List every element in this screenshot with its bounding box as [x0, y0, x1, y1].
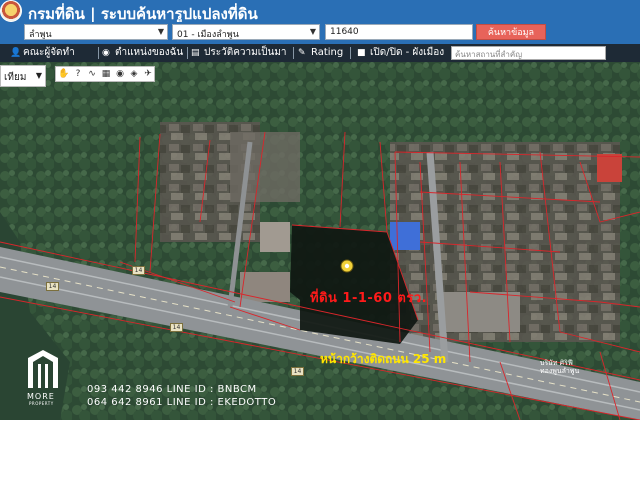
contact-line: 093 442 8946 LINE ID : BNBCM — [87, 384, 257, 395]
person-icon: 👤 — [10, 48, 22, 58]
poi-label-line: บริษัท ศิริฟี — [540, 359, 573, 367]
parcel-number-value: 11640 — [330, 27, 359, 37]
toolbar-label: ประวัติความเป็นมา — [204, 47, 287, 58]
poi-label: บริษัท ศิริฟี ทองพูนลำพูน — [540, 359, 579, 375]
department-seal-icon — [0, 0, 22, 22]
province-value: ลำพูน — [29, 30, 52, 40]
brand-name: MORE — [27, 392, 55, 401]
building — [240, 272, 290, 302]
toolbar-item-rating[interactable]: ✎ Rating — [298, 46, 343, 60]
toolbar: 👤 คณะผู้จัดทำ ◉ ตำแหน่งของฉัน ▤ ประวัติความ… — [0, 44, 640, 62]
toolbar-label: Rating — [311, 47, 344, 58]
blue-roof-building — [390, 222, 420, 250]
buildings-area — [230, 132, 300, 202]
location-marker-icon[interactable] — [340, 259, 354, 273]
checkbox-icon[interactable]: ■ — [357, 46, 368, 60]
map-tool-strip: ✋ ? ∿ ▦ ◉ ◈ ✈ — [55, 66, 155, 82]
chevron-down-icon: ▼ — [309, 27, 316, 36]
poi-label-line: ทองพูนลำพูน — [540, 367, 580, 375]
road-number-badge: 14 — [291, 367, 304, 376]
land-area-label: ที่ดิน 1-1-60 ตรว. — [310, 291, 428, 306]
search-button[interactable]: ค้นหาข้อมูล — [476, 24, 546, 40]
marker-tool-icon[interactable]: ✈ — [142, 68, 154, 80]
more-property-logo-icon — [28, 350, 58, 388]
red-roof-building — [597, 154, 622, 182]
brand-subtitle: PROPERTY — [29, 401, 54, 406]
search-bar: ลำพูน ▼ 01 - เมืองลำพูน ▼ 11640 ค้นหาข้อ… — [0, 22, 640, 44]
toolbar-label: ตำแหน่งของฉัน — [115, 47, 184, 58]
chevron-down-icon: ▼ — [35, 71, 42, 80]
road-frontage-label: หน้ากว้างติดถนน 25 m — [320, 352, 447, 366]
toolbar-label: เปิด/ปิด - ผังเมือง — [370, 47, 445, 58]
circle-tool-icon[interactable]: ◉ — [114, 68, 126, 80]
parcel-number-input[interactable]: 11640 — [325, 24, 473, 40]
toolbar-divider — [98, 47, 99, 59]
toolbar-divider — [293, 47, 294, 59]
province-select[interactable]: ลำพูน ▼ — [24, 24, 168, 40]
clear-icon[interactable]: ◈ — [128, 68, 140, 80]
toolbar-divider — [350, 47, 351, 59]
toolbar-item-credits[interactable]: 👤 คณะผู้จัดทำ — [10, 46, 75, 60]
location-icon: ◉ — [102, 48, 110, 58]
pan-hand-icon[interactable]: ✋ — [58, 68, 70, 80]
toolbar-item-my-location[interactable]: ◉ ตำแหน่งของฉัน — [102, 46, 183, 60]
building — [260, 222, 290, 252]
place-search-input[interactable]: ค้นหาสถานที่สำคัญ — [451, 46, 606, 60]
road-number-badge: 14 — [46, 282, 59, 291]
chevron-down-icon: ▼ — [157, 27, 164, 36]
map-layer-value: เทียม — [4, 72, 27, 83]
road-number-badge: 14 — [132, 266, 145, 275]
rating-icon: ✎ — [298, 48, 306, 58]
toolbar-label: คณะผู้จัดทำ — [23, 47, 75, 58]
toolbar-item-history[interactable]: ▤ ประวัติความเป็นมา — [191, 46, 287, 60]
app-header: กรมที่ดิน | ระบบค้นหารูปแปลงที่ดิน — [0, 0, 640, 23]
measure-area-icon[interactable]: ▦ — [100, 68, 112, 80]
measure-line-icon[interactable]: ∿ — [86, 68, 98, 80]
road-number-badge: 14 — [170, 323, 183, 332]
document-icon: ▤ — [191, 48, 200, 58]
toolbar-divider — [187, 47, 188, 59]
district-value: 01 - เมืองลำพูน — [177, 30, 239, 40]
map-layer-select[interactable]: เทียม ▼ — [0, 65, 46, 87]
info-icon[interactable]: ? — [72, 68, 84, 80]
toolbar-item-city-plan-toggle[interactable]: ■ เปิด/ปิด - ผังเมือง — [357, 46, 444, 60]
district-select[interactable]: 01 - เมืองลำพูน ▼ — [172, 24, 320, 40]
contact-line: 064 642 8961 LINE ID : EKEDOTTO — [87, 397, 277, 408]
